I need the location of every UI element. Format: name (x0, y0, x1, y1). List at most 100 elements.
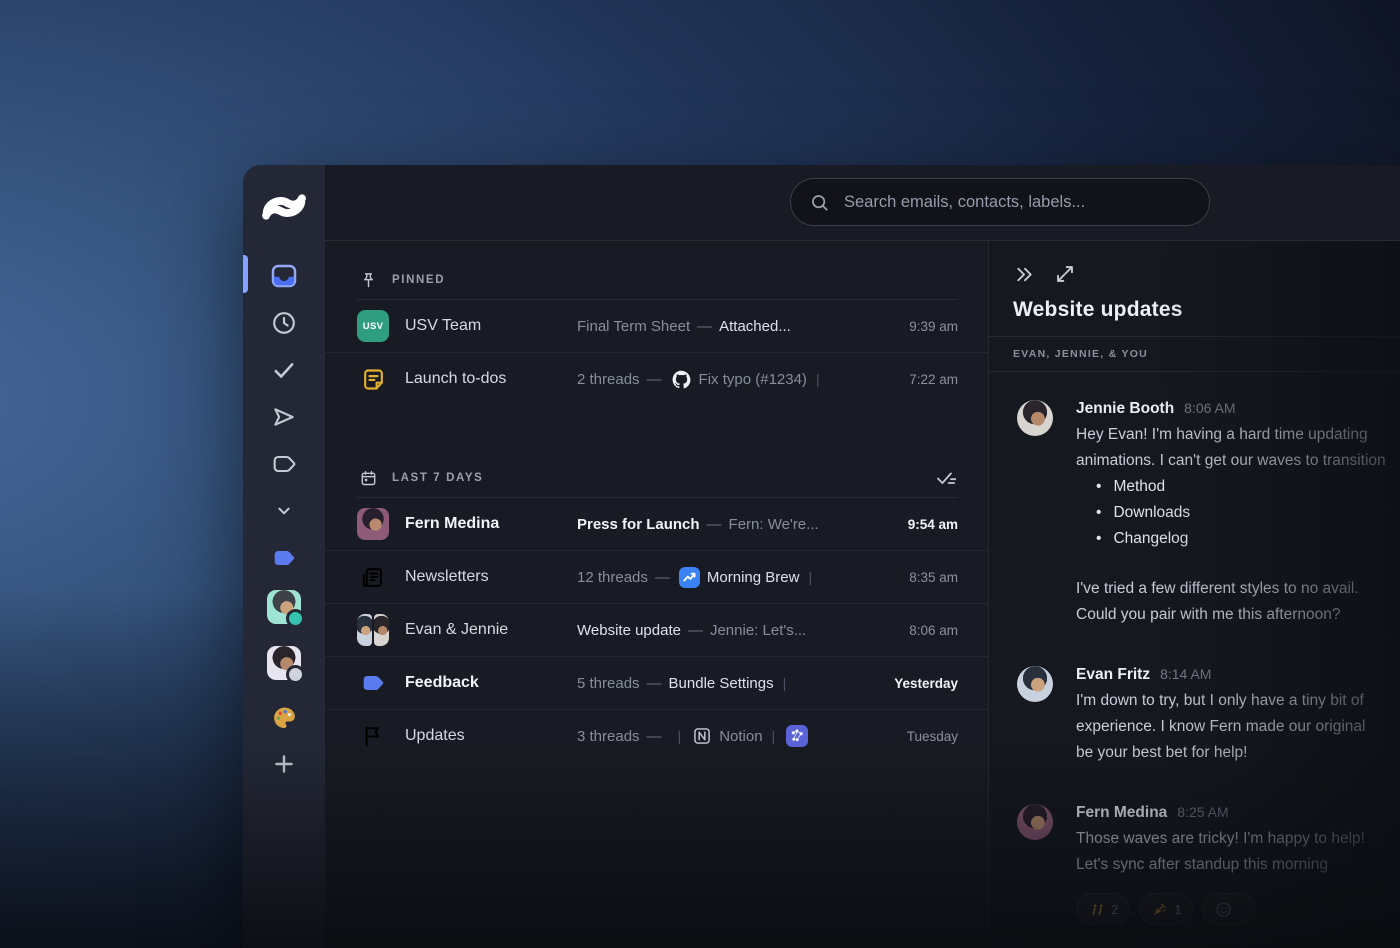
search-input[interactable] (842, 191, 1191, 213)
sidebar-item-contact-jennie[interactable] (262, 644, 306, 684)
thread-row[interactable]: Evan & Jennie Website update — Jennie: Let'… (325, 603, 988, 656)
thread-time: Tuesday (906, 728, 958, 744)
sidebar-item-contact-evan[interactable] (262, 588, 306, 628)
sidebar-item-sent[interactable] (262, 400, 306, 434)
message-line: Could you pair with me this afternoon? (1076, 606, 1341, 623)
note-icon (360, 366, 387, 393)
thread-time: 9:39 am (909, 318, 958, 334)
sidebar-nav (262, 259, 306, 794)
message-line: experience. I know Fern made our origina… (1076, 718, 1366, 735)
thread-time: 9:54 am (907, 516, 958, 532)
sidebar-item-theme-palette[interactable] (262, 700, 306, 734)
message-line: be your best bet for help! (1076, 744, 1248, 761)
panel-header: Website updates (989, 241, 1400, 336)
flag-icon (360, 723, 386, 749)
participants-bar: EVAN, JENNIE, & YOU (989, 336, 1400, 372)
message-time: 8:06 AM (1184, 400, 1236, 416)
add-reaction-icon (1214, 900, 1233, 919)
sidebar-item-snoozed[interactable] (262, 306, 306, 340)
thread-avatar (357, 614, 389, 646)
search-bar[interactable] (790, 178, 1210, 226)
thread-row[interactable]: Fern Medina Press for Launch — Fern: We're.… (325, 498, 988, 550)
message-body: Fern Medina 8:25 AM Those waves are tricky… (1076, 804, 1400, 925)
snippet-text: | (808, 569, 813, 585)
message-line: Hey Evan! I'm having a hard time updatin… (1076, 426, 1368, 443)
thread-avatar (357, 508, 389, 540)
sidebar-item-done[interactable] (262, 353, 306, 387)
thread-name: USV Team (405, 317, 482, 334)
message-paragraph: I've tried a few different styles to no … (1076, 576, 1400, 628)
message-avatar (1017, 804, 1053, 840)
party-popper-icon (1151, 901, 1168, 918)
thread-row[interactable]: Launch to-dos 2 threads — Fix typo (#1234) |… (325, 352, 988, 405)
reaction-pill[interactable]: 1 (1139, 893, 1194, 925)
github-icon (671, 369, 692, 390)
sidebar-item-more[interactable] (262, 494, 306, 528)
sidebar-item-add[interactable] (262, 747, 306, 781)
snippet-text: 12 threads (577, 568, 648, 586)
thread-name: Updates (405, 727, 465, 744)
message-sender: Jennie Booth (1076, 400, 1175, 417)
check-icon (270, 356, 298, 384)
message-line: I've tried a few different styles to no … (1076, 580, 1359, 597)
reaction-count: 2 (1111, 901, 1119, 917)
snippet-text: Website update (577, 621, 681, 639)
message-line: I'm down to try, but I only have a tiny … (1076, 692, 1364, 709)
add-reaction-button[interactable] (1202, 893, 1257, 925)
newspaper-icon (360, 564, 387, 591)
section-header-pinned: PINNED (325, 241, 988, 295)
thread-avatar: USV (357, 310, 389, 342)
reaction-pill[interactable]: 2 (1076, 893, 1131, 925)
sidebar-item-label-blue[interactable] (262, 541, 306, 575)
thread-snippet: 2 threads — Fix typo (#1234) | (577, 369, 880, 390)
section-label: LAST 7 DAYS (392, 472, 484, 484)
message-list: Jennie Booth 8:06 AM Hey Evan! I'm having … (989, 372, 1400, 925)
mark-all-done-icon[interactable] (934, 466, 958, 490)
snippet-text: — (646, 370, 662, 388)
snippet-text: — (646, 674, 662, 692)
expand-panel-icon[interactable] (1054, 263, 1076, 286)
thread-name: Launch to-dos (405, 370, 507, 387)
message-avatar (1017, 666, 1053, 702)
thread-snippet: Final Term Sheet — Attached... (577, 318, 880, 335)
message: Evan Fritz 8:14 AM I'm down to try, but I … (1017, 666, 1400, 766)
bullet-item: Method (1096, 474, 1400, 500)
content-area: PINNED USV USV Team Final Term Sheet — Attac… (325, 165, 1400, 948)
collapse-panel-icon[interactable] (1013, 263, 1036, 286)
message: Fern Medina 8:25 AM Those waves are tricky… (1017, 804, 1400, 925)
thread-row[interactable]: USV USV Team Final Term Sheet — Attached... 9… (325, 300, 988, 352)
chevron-down-icon (273, 500, 295, 522)
snippet-text: — (687, 621, 703, 639)
thread-time: Yesterday (894, 675, 958, 691)
thread-row[interactable]: Newsletters 12 threads — Morning Brew | 8:35 … (325, 550, 988, 603)
clock-icon (270, 309, 298, 337)
last7days-rows: Fern Medina Press for Launch — Fern: We're.… (325, 498, 988, 762)
thread-time: 7:22 am (909, 371, 958, 387)
sidebar-item-inbox[interactable] (262, 259, 306, 293)
thread-avatar (357, 363, 389, 395)
thread-name: Newsletters (405, 568, 489, 585)
reactions-row: 21 (1076, 893, 1400, 925)
message-line: animations. I can't get our waves to tra… (1076, 452, 1386, 469)
thread-row[interactable]: Feedback 5 threads — Bundle Settings | Yester… (325, 656, 988, 709)
app-window: PINNED USV USV Team Final Term Sheet — Attac… (243, 165, 1400, 948)
label-outline-icon (270, 450, 298, 478)
snippet-text: Morning Brew (706, 568, 800, 586)
thread-list: PINNED USV USV Team Final Term Sheet — Attac… (325, 241, 988, 948)
bullet-list: MethodDownloadsChangelog (1076, 474, 1400, 552)
thread-row[interactable]: Updates 3 threads — | Notion | Tuesday (325, 709, 988, 762)
pinned-rows: USV USV Team Final Term Sheet — Attached... 9… (325, 300, 988, 405)
avatar (267, 646, 305, 684)
snippet-text: Bundle Settings (668, 674, 774, 692)
snippet-text: — (646, 727, 662, 745)
tag-blue-icon (359, 669, 387, 697)
top-bar (325, 165, 1400, 241)
thread-snippet: 3 threads — | Notion | (577, 725, 880, 747)
thread-name: Fern Medina (405, 515, 500, 532)
active-indicator (243, 255, 248, 293)
bullet-item: Changelog (1096, 526, 1400, 552)
thread-avatar (357, 720, 389, 752)
plus-icon (271, 751, 297, 777)
sidebar-item-bundles[interactable] (262, 447, 306, 481)
status-dot (286, 665, 305, 684)
